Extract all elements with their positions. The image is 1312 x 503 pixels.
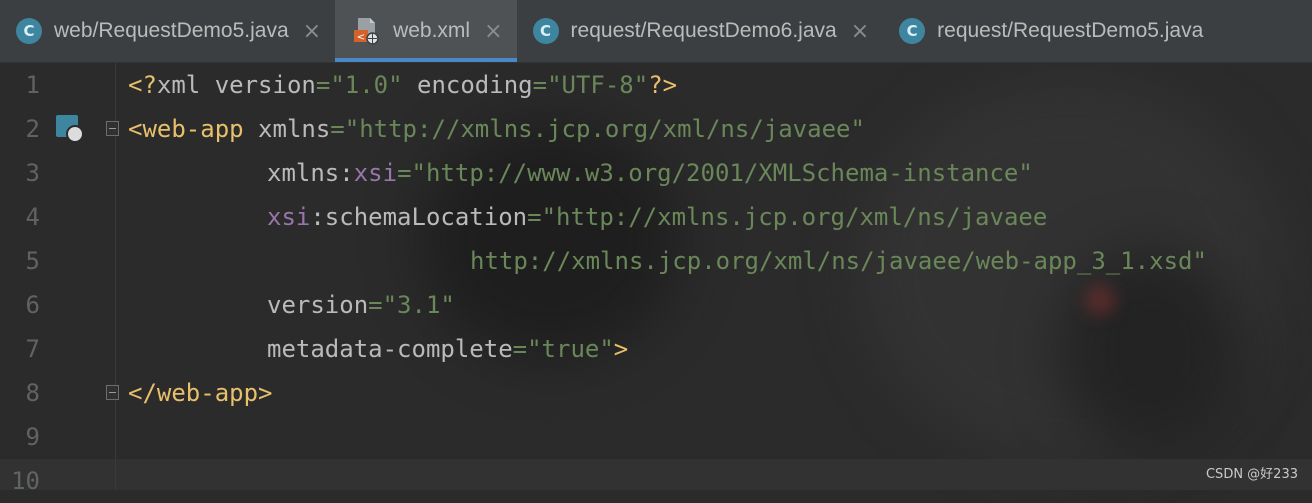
code-line: 6 version="3.1" <box>0 283 1312 327</box>
code-text: xsi:schemaLocation="http://xmlns.jcp.org… <box>267 203 1048 231</box>
class-c-icon: C <box>16 18 42 44</box>
code-line: 8 </web-app> <box>0 371 1312 415</box>
class-c-icon: C <box>899 18 926 44</box>
code-text: <?xml version="1.0" encoding="UTF-8"?> <box>128 71 678 99</box>
code-line: 4 xsi:schemaLocation="http://xmlns.jcp.o… <box>0 195 1312 239</box>
code-line: 5 http://xmlns.jcp.org/xml/ns/javaee/web… <box>0 239 1312 283</box>
line-number: 1 <box>25 71 40 99</box>
code-text: <web-app xmlns="http://xmlns.jcp.org/xml… <box>128 115 865 143</box>
code-text: </web-app> <box>128 379 273 407</box>
code-line: 2 <web-app xmlns="http://xmlns.jcp.org/x… <box>0 107 1312 151</box>
line-number: 3 <box>25 159 40 187</box>
code-text: metadata-complete="true"> <box>267 335 629 363</box>
fold-toggle-icon[interactable] <box>106 121 119 136</box>
code-line: 9 <box>0 415 1312 459</box>
close-icon[interactable]: × <box>484 19 502 44</box>
code-text: http://xmlns.jcp.org/xml/ns/javaee/web-a… <box>470 247 1207 275</box>
tab-label: web/RequestDemo5.java <box>54 19 289 42</box>
tab-web-requestdemo5[interactable]: C web/RequestDemo5.java × <box>0 0 335 62</box>
svg-text:<: < <box>357 32 365 43</box>
editor-tab-bar: C web/RequestDemo5.java × < web.xml × C … <box>0 0 1312 63</box>
close-icon[interactable]: × <box>303 19 321 44</box>
close-icon[interactable]: × <box>851 19 869 44</box>
tab-request-requestdemo5[interactable]: C request/RequestDemo5.java <box>883 0 1217 62</box>
watermark: CSDN @好233 <box>1205 467 1298 482</box>
class-c-icon: C <box>532 18 559 44</box>
line-number: 10 <box>11 467 40 495</box>
code-line: 7 metadata-complete="true"> <box>0 327 1312 371</box>
line-number: 2 <box>25 115 40 143</box>
tab-label: request/RequestDemo5.java <box>937 19 1204 42</box>
tab-label: request/RequestDemo6.java <box>570 19 837 42</box>
code-editor[interactable]: 1 <?xml version="1.0" encoding="UTF-8"?>… <box>0 63 1312 495</box>
tab-web-xml[interactable]: < web.xml × <box>335 0 518 62</box>
line-number: 4 <box>25 203 40 231</box>
line-number: 6 <box>25 291 40 319</box>
line-number: 7 <box>25 335 40 363</box>
tab-label: web.xml <box>393 19 471 42</box>
xml-file-icon: < <box>351 16 381 46</box>
code-text: xmlns:xsi="http://www.w3.org/2001/XMLSch… <box>267 159 1033 187</box>
code-line: 10 <box>0 459 1312 503</box>
line-number: 9 <box>25 423 40 451</box>
line-number: 5 <box>25 247 40 275</box>
line-number: 8 <box>25 379 40 407</box>
fold-toggle-icon[interactable] <box>106 385 119 400</box>
tab-request-requestdemo6[interactable]: C request/RequestDemo6.java × <box>517 0 884 62</box>
code-text: version="3.1" <box>267 291 455 319</box>
code-line: 3 xmlns:xsi="http://www.w3.org/2001/XMLS… <box>0 151 1312 195</box>
code-line: 1 <?xml version="1.0" encoding="UTF-8"?> <box>0 63 1312 107</box>
